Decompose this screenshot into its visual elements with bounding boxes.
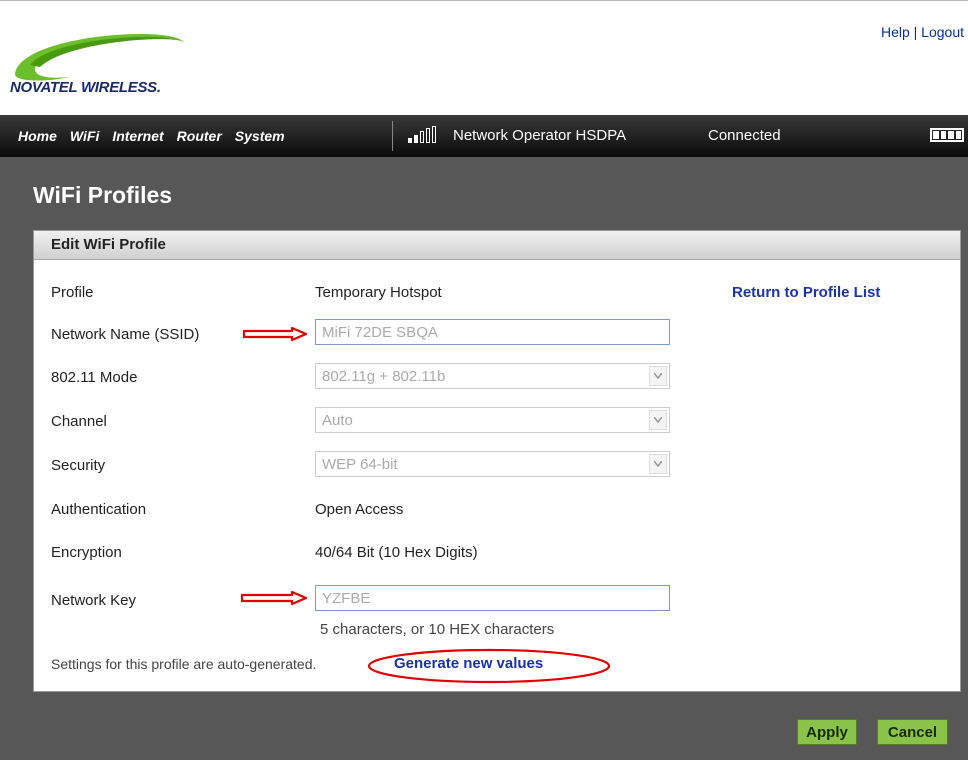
network-key-input[interactable]	[316, 586, 669, 610]
network-operator: Network Operator HSDPA	[453, 127, 627, 144]
autogen-note: Settings for this profile are auto-gener…	[51, 656, 317, 672]
security-selected-value: WEP 64-bit	[322, 456, 398, 473]
nav-internet[interactable]: Internet	[112, 128, 163, 144]
mode-selected-value: 802.11g + 802.11b	[322, 368, 446, 385]
nav-bar: Home WiFi Internet Router System Network…	[0, 115, 968, 157]
nav-divider	[392, 121, 393, 151]
cancel-button[interactable]: Cancel	[877, 719, 948, 745]
annotation-arrow-ssid	[242, 327, 308, 341]
channel-selected-value: Auto	[322, 412, 353, 429]
ssid-field[interactable]	[315, 319, 670, 345]
mode-select[interactable]: 802.11g + 802.11b	[315, 363, 670, 389]
network-key-hint: 5 characters, or 10 HEX characters	[320, 621, 555, 638]
help-link[interactable]: Help	[881, 24, 910, 40]
battery-icon	[930, 128, 964, 142]
channel-select[interactable]: Auto	[315, 407, 670, 433]
authentication-value: Open Access	[315, 501, 404, 518]
ssid-input[interactable]	[316, 320, 669, 344]
profile-value: Temporary Hotspot	[315, 284, 442, 301]
nav-router[interactable]: Router	[177, 128, 222, 144]
panel-header: Edit WiFi Profile	[34, 231, 960, 260]
profile-label: Profile	[51, 284, 94, 301]
header: NOVATEL WIRELESS. Help | Logout	[0, 0, 968, 116]
nav-home[interactable]: Home	[18, 128, 57, 144]
authentication-label: Authentication	[51, 501, 147, 518]
signal-strength-icon	[408, 126, 436, 143]
brand-name: NOVATEL WIRELESS.	[10, 79, 161, 96]
chevron-down-icon[interactable]	[649, 410, 667, 430]
ssid-label: Network Name (SSID)	[51, 326, 200, 343]
nav-system[interactable]: System	[235, 128, 285, 144]
connection-status: Connected	[708, 127, 781, 144]
security-select[interactable]: WEP 64-bit	[315, 451, 670, 477]
return-to-profile-list-link[interactable]: Return to Profile List	[732, 284, 880, 301]
mode-label: 802.11 Mode	[51, 369, 138, 386]
annotation-arrow-network-key	[240, 591, 308, 605]
nav-wifi[interactable]: WiFi	[70, 128, 99, 144]
encryption-value: 40/64 Bit (10 Hex Digits)	[315, 544, 478, 561]
channel-label: Channel	[51, 413, 107, 430]
network-key-label: Network Key	[51, 592, 137, 609]
link-separator: |	[913, 24, 918, 40]
apply-button[interactable]: Apply	[797, 719, 857, 745]
edit-profile-panel: Edit WiFi Profile Profile Temporary Hots…	[33, 230, 961, 692]
encryption-label: Encryption	[51, 544, 122, 561]
main-menu: Home WiFi Internet Router System	[0, 115, 285, 157]
chevron-down-icon[interactable]	[649, 454, 667, 474]
annotation-ellipse-generate	[367, 648, 611, 684]
logout-link[interactable]: Logout	[921, 24, 964, 40]
page-title: WiFi Profiles	[33, 182, 173, 208]
network-key-field[interactable]	[315, 585, 670, 611]
top-links: Help | Logout	[881, 24, 964, 40]
chevron-down-icon[interactable]	[649, 366, 667, 386]
security-label: Security	[51, 457, 106, 474]
